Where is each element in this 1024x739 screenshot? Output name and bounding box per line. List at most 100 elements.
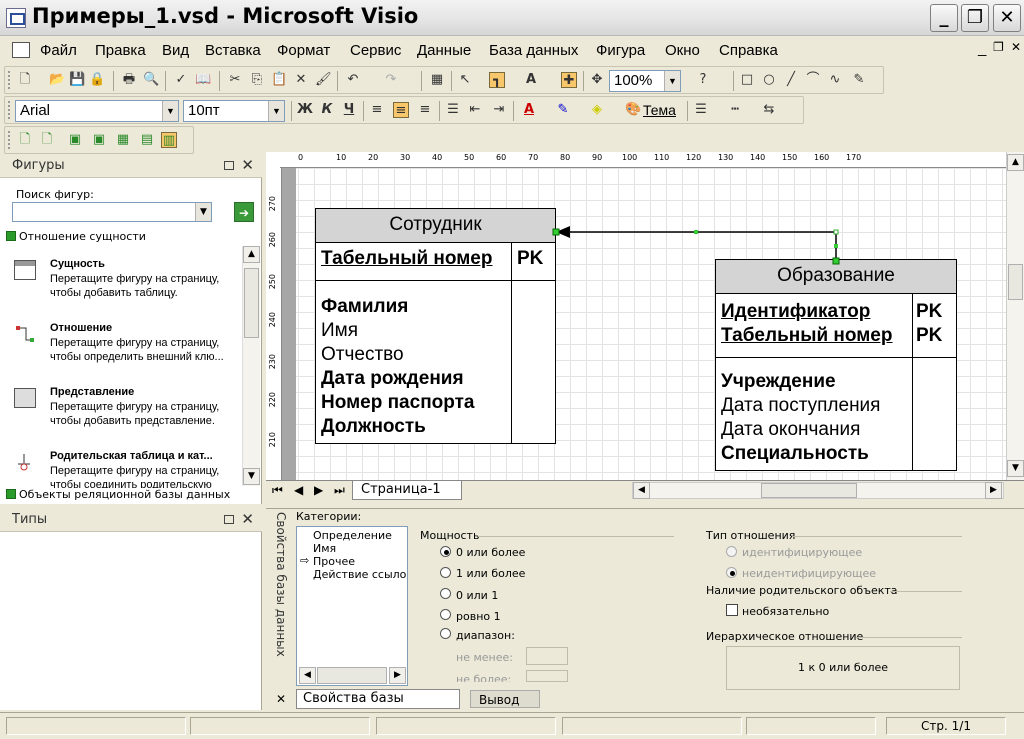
menu-file[interactable]: Файл <box>40 42 77 59</box>
search-input[interactable]: ▼ <box>12 202 212 222</box>
tab-db-properties[interactable]: Свойства базы данных <box>296 689 460 724</box>
copy-icon[interactable]: ⎘ <box>249 72 265 88</box>
stencils-icon[interactable]: ▦ <box>429 72 445 88</box>
chevron-down-icon[interactable]: ▼ <box>162 101 178 121</box>
format-painter-icon[interactable]: 🖌 <box>315 72 332 88</box>
line-weight-icon[interactable]: ☰ <box>693 102 709 118</box>
line-color-icon[interactable]: ✎ <box>555 102 571 118</box>
chevron-down-icon[interactable]: ▼ <box>268 101 284 121</box>
theme-button[interactable]: Тема <box>643 102 676 118</box>
entity-education[interactable]: Образование Идентификатор Табельный номе… <box>715 259 957 471</box>
align-right-icon[interactable]: ≡ <box>417 102 433 118</box>
rel-radio-identifying[interactable] <box>726 546 737 557</box>
line-tool-icon[interactable]: ╱ <box>783 72 799 88</box>
ellipse-tool-icon[interactable]: ○ <box>761 72 777 88</box>
bold-button[interactable]: Ж <box>297 102 313 118</box>
panel-maximize-icon[interactable] <box>224 515 234 524</box>
text-tool-icon[interactable]: A <box>523 72 539 88</box>
canvas-vertical-scrollbar[interactable]: ▲ ▼ <box>1006 152 1024 480</box>
increase-indent-icon[interactable]: ⇥ <box>491 102 507 118</box>
stencil-relational-db[interactable]: Объекты реляционной базы данных <box>6 488 256 505</box>
scroll-thumb[interactable] <box>1008 264 1023 300</box>
first-page-icon[interactable]: ⏮ <box>272 483 283 498</box>
scroll-right-icon[interactable]: ▶ <box>985 482 1002 499</box>
category-name[interactable]: Имя <box>313 542 336 555</box>
menu-data[interactable]: Данные <box>417 42 471 59</box>
doc-restore-icon[interactable]: ❐ <box>993 40 1004 54</box>
card-radio-0[interactable] <box>440 546 451 557</box>
scroll-down-icon[interactable]: ▼ <box>243 468 260 485</box>
scroll-thumb[interactable] <box>244 268 259 338</box>
help-icon[interactable]: ? <box>695 72 711 88</box>
scroll-up-icon[interactable]: ▲ <box>243 246 260 263</box>
menu-help[interactable]: Справка <box>719 42 778 59</box>
scroll-left-icon[interactable]: ◀ <box>299 667 316 684</box>
category-ref-action[interactable]: Действие ссылоч <box>313 568 407 581</box>
theme-icon[interactable]: 🎨 <box>625 102 641 118</box>
entity-employee[interactable]: Сотрудник Табельный номер PK Фамилия Имя… <box>315 208 556 444</box>
print-preview-icon[interactable]: 🔍 <box>143 72 159 88</box>
optional-checkbox[interactable] <box>726 604 738 616</box>
db-window-icon[interactable]: ▥ <box>161 132 177 148</box>
canvas-horizontal-scrollbar[interactable]: ◀ ▶ <box>632 482 1004 499</box>
scroll-right-icon[interactable]: ▶ <box>389 667 406 684</box>
connection-point-icon[interactable]: ✚ <box>561 72 577 88</box>
menu-tools[interactable]: Сервис <box>350 42 401 59</box>
panel-close-icon[interactable]: ✕ <box>241 156 254 174</box>
last-page-icon[interactable]: ⏭ <box>334 483 345 498</box>
scroll-up-icon[interactable]: ▲ <box>1007 154 1024 171</box>
rel-radio-nonidentifying[interactable] <box>726 567 737 578</box>
db-table-icon[interactable]: ▣ <box>67 132 83 148</box>
fill-color-icon[interactable]: ◈ <box>589 102 605 118</box>
menu-view[interactable]: Вид <box>162 42 189 59</box>
menu-insert[interactable]: Вставка <box>205 42 261 59</box>
menu-shape[interactable]: Фигура <box>596 42 645 59</box>
window-close-icon[interactable]: ✕ <box>276 692 286 706</box>
underline-button[interactable]: Ч <box>341 102 357 118</box>
next-page-icon[interactable]: ▶ <box>314 483 323 497</box>
decrease-indent-icon[interactable]: ⇤ <box>467 102 483 118</box>
chevron-down-icon[interactable]: ▼ <box>664 71 680 91</box>
prev-page-icon[interactable]: ◀ <box>294 483 303 497</box>
line-pattern-icon[interactable]: ┅ <box>727 102 743 118</box>
save-icon[interactable]: 💾 <box>69 72 85 88</box>
cut-icon[interactable]: ✂ <box>227 72 243 88</box>
doc-min-icon[interactable]: _ <box>978 40 986 57</box>
scroll-left-icon[interactable]: ◀ <box>633 482 650 499</box>
menu-window[interactable]: Окно <box>665 42 700 59</box>
category-definition[interactable]: Определение <box>313 529 392 542</box>
shape-parent-category[interactable]: Родительская таблица и кат... Перетащите… <box>10 450 235 488</box>
tab-output[interactable]: Вывод <box>470 690 540 708</box>
menu-format[interactable]: Формат <box>277 42 330 59</box>
delete-icon[interactable]: ✕ <box>293 72 309 88</box>
undo-icon[interactable]: ↶ <box>345 72 361 88</box>
menu-edit[interactable]: Правка <box>95 42 146 59</box>
close-button[interactable]: ✕ <box>993 4 1021 32</box>
font-size-combo[interactable]: 10пт ▼ <box>183 100 285 122</box>
card-radio-1[interactable] <box>440 567 451 578</box>
scroll-thumb[interactable] <box>317 667 387 684</box>
pointer-tool-icon[interactable]: ↖ <box>457 72 473 88</box>
chevron-down-icon[interactable]: ▼ <box>195 203 211 221</box>
min-input[interactable] <box>526 647 568 665</box>
db-grid-icon[interactable]: ▦ <box>115 132 131 148</box>
minimize-button[interactable]: _ <box>930 4 958 32</box>
scroll-thumb[interactable] <box>761 483 857 498</box>
rectangle-tool-icon[interactable]: □ <box>739 72 755 88</box>
italic-button[interactable]: К <box>319 102 335 118</box>
zoom-combo[interactable]: 100% ▼ <box>609 70 681 92</box>
open-icon[interactable]: 📂 <box>49 72 65 88</box>
shapes-scrollbar[interactable]: ▲ ▼ <box>242 246 260 486</box>
research-icon[interactable]: 📖 <box>195 72 211 88</box>
redo-icon[interactable]: ↷ <box>383 72 399 88</box>
card-radio-2[interactable] <box>440 588 451 599</box>
db-list-icon[interactable]: ▤ <box>139 132 155 148</box>
doc-close-icon[interactable]: ✕ <box>1011 40 1021 54</box>
spelling-icon[interactable]: ✓ <box>173 72 189 88</box>
card-radio-3[interactable] <box>440 609 451 620</box>
document-icon[interactable] <box>12 42 30 58</box>
print-icon[interactable]: 🖶 <box>121 72 137 88</box>
menu-database[interactable]: База данных <box>489 42 578 59</box>
db-view-icon[interactable]: ▣ <box>91 132 107 148</box>
arc-tool-icon[interactable]: ⌒ <box>805 72 821 88</box>
